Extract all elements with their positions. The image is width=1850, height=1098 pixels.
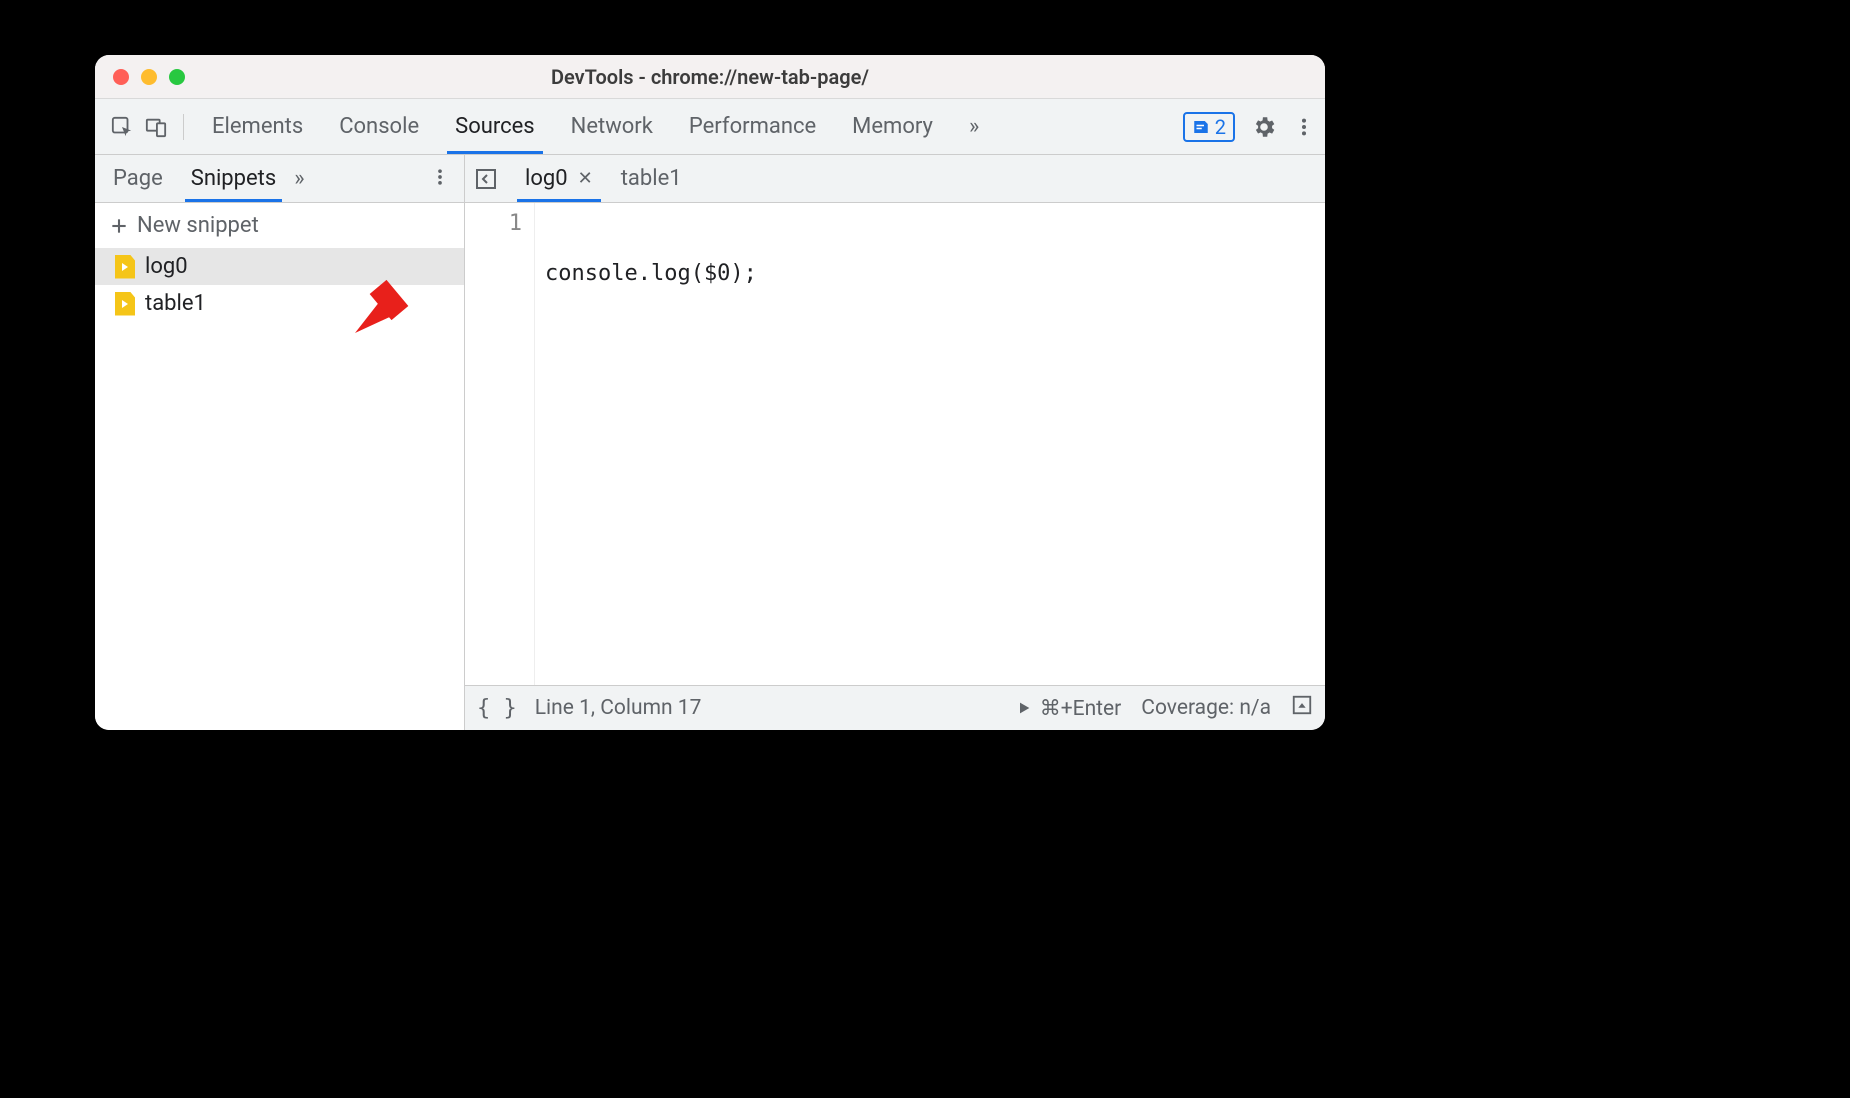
code-content[interactable]: console.log($0); bbox=[535, 203, 767, 685]
new-snippet-button[interactable]: New snippet bbox=[95, 203, 464, 248]
line-number: 1 bbox=[465, 211, 522, 236]
editor-tab-label: log0 bbox=[525, 166, 568, 191]
window-controls bbox=[95, 69, 185, 85]
code-editor[interactable]: 1 console.log($0); bbox=[465, 203, 1325, 685]
run-snippet-button[interactable]: ⌘+Enter bbox=[1016, 696, 1122, 721]
navigate-back-icon[interactable] bbox=[471, 164, 501, 194]
settings-icon[interactable] bbox=[1251, 114, 1277, 140]
close-window-button[interactable] bbox=[113, 69, 129, 85]
new-snippet-label: New snippet bbox=[137, 213, 259, 238]
tab-memory[interactable]: Memory bbox=[834, 99, 951, 154]
snippet-name: table1 bbox=[145, 291, 206, 316]
navigator-sidebar: Page Snippets » New snippet log0 table1 bbox=[95, 155, 465, 730]
minimize-window-button[interactable] bbox=[141, 69, 157, 85]
snippet-name: log0 bbox=[145, 254, 188, 279]
tab-console[interactable]: Console bbox=[321, 99, 437, 154]
nav-tabs-overflow-icon[interactable]: » bbox=[294, 166, 304, 191]
editor-tab-table1[interactable]: table1 bbox=[607, 155, 696, 202]
editor-tab-label: table1 bbox=[621, 166, 682, 191]
tab-sources[interactable]: Sources bbox=[437, 99, 553, 154]
issues-count: 2 bbox=[1215, 115, 1226, 139]
zoom-window-button[interactable] bbox=[169, 69, 185, 85]
toolbar-divider bbox=[183, 114, 184, 140]
run-shortcut: ⌘+Enter bbox=[1040, 696, 1122, 721]
snippet-item-log0[interactable]: log0 bbox=[95, 248, 464, 285]
tab-network[interactable]: Network bbox=[553, 99, 671, 154]
main-tabs: Elements Console Sources Network Perform… bbox=[194, 99, 1183, 154]
code-line: console.log($0); bbox=[545, 261, 757, 286]
devtools-window: DevTools - chrome://new-tab-page/ Elemen… bbox=[95, 55, 1325, 730]
snippet-item-table1[interactable]: table1 bbox=[95, 285, 464, 322]
more-menu-icon[interactable] bbox=[1293, 114, 1315, 140]
nav-tab-page[interactable]: Page bbox=[99, 155, 177, 202]
toolbar-right: 2 bbox=[1183, 112, 1315, 142]
editor-tab-log0[interactable]: log0 ✕ bbox=[511, 155, 607, 202]
drawer-toggle-icon[interactable] bbox=[1291, 694, 1313, 722]
editor-statusbar: { } Line 1, Column 17 ⌘+Enter Coverage: … bbox=[465, 685, 1325, 730]
tab-elements[interactable]: Elements bbox=[194, 99, 321, 154]
snippet-list: log0 table1 bbox=[95, 248, 464, 730]
window-title: DevTools - chrome://new-tab-page/ bbox=[95, 65, 1325, 89]
content-area: Page Snippets » New snippet log0 table1 bbox=[95, 155, 1325, 730]
inspect-icon[interactable] bbox=[105, 110, 139, 144]
snippet-file-icon bbox=[115, 255, 135, 279]
tabs-overflow-icon[interactable]: » bbox=[951, 99, 997, 154]
nav-tab-snippets[interactable]: Snippets bbox=[177, 155, 291, 202]
issues-badge[interactable]: 2 bbox=[1183, 112, 1235, 142]
line-gutter: 1 bbox=[465, 203, 535, 685]
pretty-print-icon[interactable]: { } bbox=[477, 696, 517, 721]
coverage-status: Coverage: n/a bbox=[1141, 696, 1271, 720]
cursor-position: Line 1, Column 17 bbox=[535, 696, 702, 720]
main-toolbar: Elements Console Sources Network Perform… bbox=[95, 99, 1325, 155]
close-tab-icon[interactable]: ✕ bbox=[578, 168, 593, 189]
navigator-tabs: Page Snippets » bbox=[95, 155, 464, 203]
tab-performance[interactable]: Performance bbox=[671, 99, 834, 154]
titlebar: DevTools - chrome://new-tab-page/ bbox=[95, 55, 1325, 99]
editor-pane: log0 ✕ table1 1 console.log($0); { } Lin bbox=[465, 155, 1325, 730]
snippet-file-icon bbox=[115, 292, 135, 316]
nav-more-icon[interactable] bbox=[420, 165, 460, 193]
device-toolbar-icon[interactable] bbox=[139, 110, 173, 144]
editor-tabs: log0 ✕ table1 bbox=[465, 155, 1325, 203]
